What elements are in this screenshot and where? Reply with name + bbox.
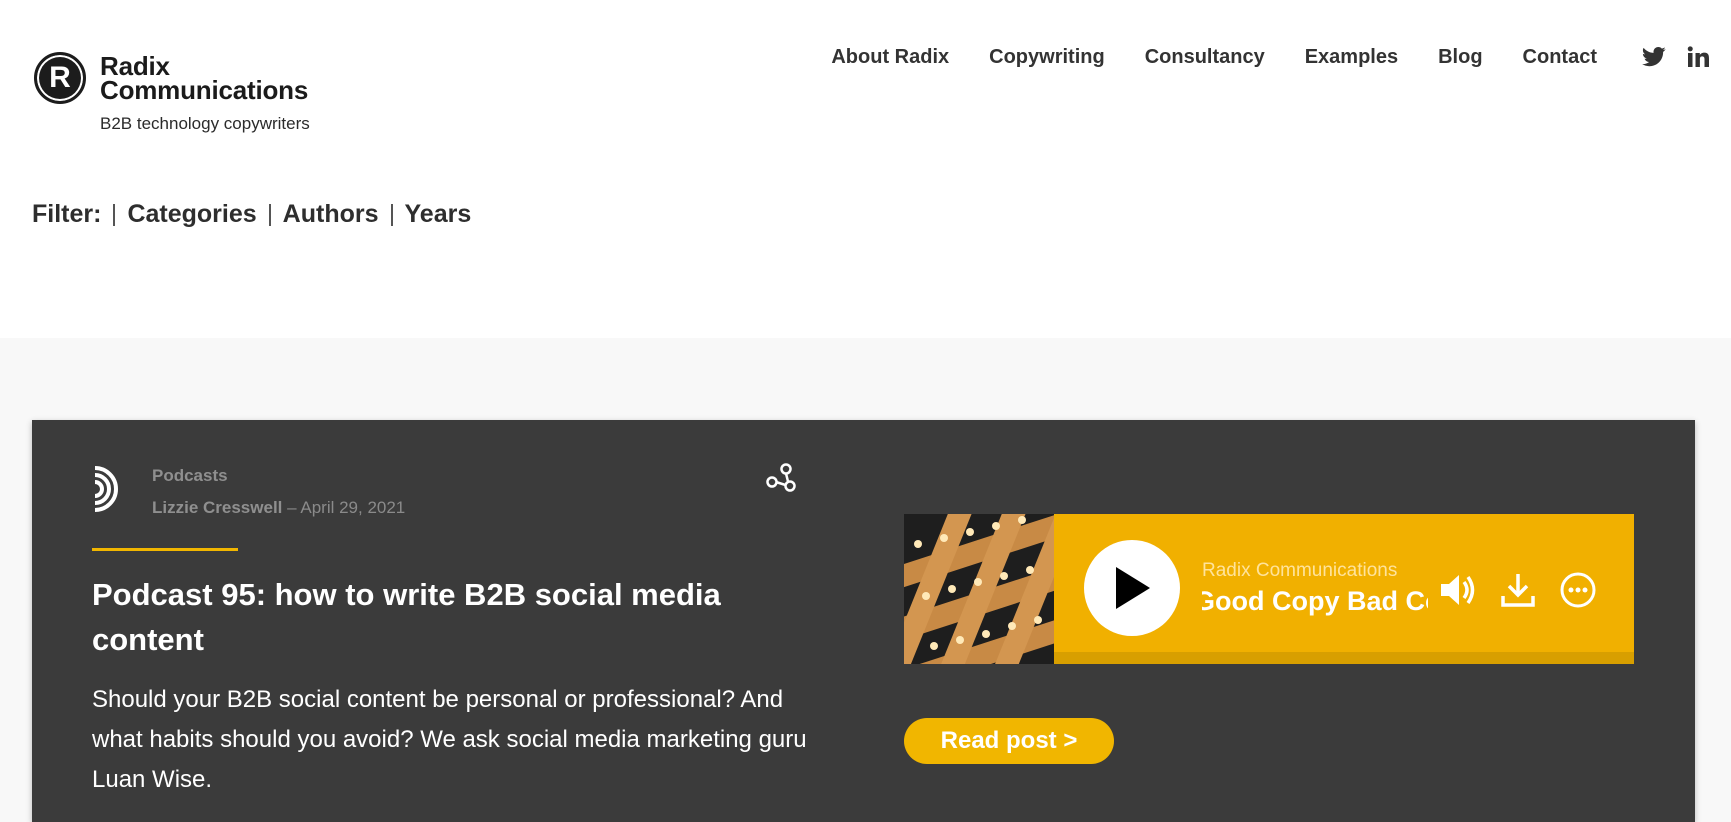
logo-text: Radix Communications B2B technology copy… <box>100 53 310 134</box>
read-post-button[interactable]: Read post > <box>904 718 1114 764</box>
play-icon <box>1116 567 1150 609</box>
post-title[interactable]: Podcast 95: how to write B2B social medi… <box>92 572 812 662</box>
progress-track[interactable] <box>1054 652 1634 664</box>
filter-divider <box>113 203 116 226</box>
filter-bar: Filter: Categories Authors Years <box>32 200 471 229</box>
linkedin-icon[interactable] <box>1685 44 1711 70</box>
date-separator: – <box>282 498 301 517</box>
nav-copywriting[interactable]: Copywriting <box>989 46 1105 69</box>
download-icon[interactable] <box>1498 570 1538 610</box>
post-byline: Lizzie Cresswell – April 29, 2021 <box>152 498 405 518</box>
nav-about-radix[interactable]: About Radix <box>831 46 949 69</box>
filter-years[interactable]: Years <box>405 200 472 229</box>
player-title-marquee: Good Copy Bad Copy <box>1202 586 1428 622</box>
share-icon[interactable] <box>766 462 798 494</box>
nav-contact[interactable]: Contact <box>1523 46 1597 69</box>
post-date: April 29, 2021 <box>300 498 406 517</box>
post-author[interactable]: Lizzie Cresswell <box>152 498 282 517</box>
post-meta: Podcasts Lizzie Cresswell – April 29, 20… <box>152 466 405 518</box>
player-show-title[interactable]: Good Copy Bad Copy <box>1202 586 1428 617</box>
podcast-icon <box>92 464 122 514</box>
logo-badge: R <box>34 52 86 104</box>
accent-rule <box>92 548 238 551</box>
filter-divider <box>268 203 271 226</box>
main-nav: About Radix Copywriting Consultancy Exam… <box>791 44 1711 70</box>
more-icon[interactable] <box>1558 570 1598 610</box>
nav-blog[interactable]: Blog <box>1438 46 1482 69</box>
play-button[interactable] <box>1084 540 1180 636</box>
nav-consultancy[interactable]: Consultancy <box>1145 46 1265 69</box>
filter-label: Filter: <box>32 200 102 228</box>
post-category[interactable]: Podcasts <box>152 466 405 486</box>
filter-authors[interactable]: Authors <box>283 200 379 229</box>
volume-icon[interactable] <box>1438 570 1478 610</box>
social-links <box>1623 44 1711 70</box>
brand-tagline: B2B technology copywriters <box>100 114 310 133</box>
episode-artwork <box>904 514 1054 664</box>
post-card: Podcasts Lizzie Cresswell – April 29, 20… <box>32 420 1695 822</box>
post-excerpt: Should your B2B social content be person… <box>92 686 807 793</box>
podcast-player: Radix Communications Good Copy Bad Copy <box>904 514 1634 664</box>
twitter-icon[interactable] <box>1641 44 1667 70</box>
brand-name-line2: Communications <box>100 75 309 105</box>
player-publisher[interactable]: Radix Communications <box>1202 560 1397 582</box>
site-logo[interactable]: R Radix Communications B2B technology co… <box>34 52 310 134</box>
site-header: R Radix Communications B2B technology co… <box>0 0 1731 228</box>
filter-divider <box>390 203 393 226</box>
filter-categories[interactable]: Categories <box>127 200 256 229</box>
nav-examples[interactable]: Examples <box>1305 46 1398 69</box>
